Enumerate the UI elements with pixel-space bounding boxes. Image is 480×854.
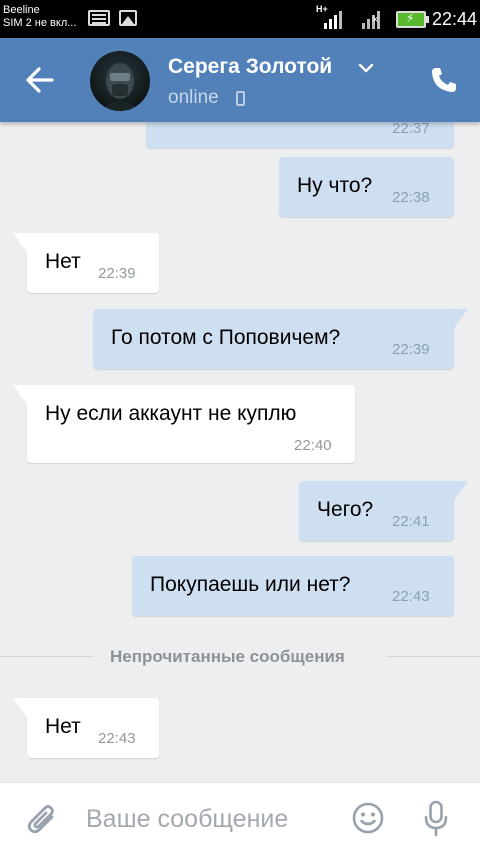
battery-charging-icon: ⚡	[396, 11, 429, 28]
sim2-status: SIM 2 не вкл...	[3, 17, 77, 29]
chevron-down-icon[interactable]	[358, 62, 374, 74]
presence-status: online	[168, 87, 219, 108]
message-time: 22:43	[392, 588, 430, 605]
message-text: Нет	[45, 715, 81, 738]
message-text: Ну что?	[297, 174, 373, 197]
status-bar: Beeline SIM 2 не вкл... H+ × ⚡ 22:44	[0, 0, 480, 38]
message-bubble-outgoing[interactable]: Чего? 22:41	[299, 481, 468, 541]
keyboard-icon	[88, 10, 110, 26]
message-text: Покупаешь или нет?	[150, 573, 351, 596]
message-composer	[0, 782, 480, 854]
message-time: 22:39	[98, 265, 136, 282]
bubble-tail	[452, 481, 468, 503]
divider-line-left	[0, 656, 94, 657]
paperclip-icon[interactable]	[26, 801, 58, 837]
status-time: 22:44	[431, 9, 477, 29]
message-bubble-outgoing[interactable]: Ну что? 22:38	[279, 157, 454, 217]
message-bubble-outgoing[interactable]: Го потом с Поповичем? 22:39	[93, 309, 468, 369]
message-input[interactable]	[86, 801, 336, 837]
phone-icon[interactable]	[430, 66, 458, 94]
message-text: Ну если аккаунт не куплю	[45, 402, 297, 425]
carrier-info: Beeline SIM 2 не вкл...	[3, 4, 76, 30]
message-text: Го потом с Поповичем?	[111, 326, 341, 349]
no-signal-mark: ×	[372, 14, 379, 26]
image-icon	[119, 10, 137, 26]
chat-header: Серега Золотой online	[0, 38, 480, 122]
signal-sim2-icon	[358, 7, 384, 29]
arrow-left-icon[interactable]	[24, 65, 56, 95]
message-time: 22:43	[98, 730, 136, 747]
signal-sim1-icon	[320, 7, 346, 29]
message-list[interactable]: 22:37 Ну что? 22:38 Нет 22:39 Го потом с…	[0, 122, 480, 782]
unread-divider-label: Непрочитанные сообщения	[110, 647, 345, 666]
message-time: 22:41	[392, 513, 430, 530]
bubble-tail	[13, 698, 29, 720]
message-text: Чего?	[317, 498, 374, 521]
bubble-tail	[13, 385, 29, 407]
message-bubble-incoming[interactable]: Нет 22:43	[13, 698, 159, 758]
carrier-name: Beeline	[3, 4, 40, 16]
smiley-icon[interactable]	[352, 802, 384, 834]
message-time: 22:37	[392, 122, 430, 137]
avatar-image	[100, 63, 140, 111]
message-bubble-incoming[interactable]: Ну если аккаунт не куплю 22:40	[13, 385, 355, 463]
unread-divider: Непрочитанные сообщения	[0, 644, 480, 668]
message-time: 22:38	[392, 189, 430, 206]
message-time: 22:39	[392, 341, 430, 358]
divider-line-right	[386, 656, 480, 657]
bubble-tail	[452, 309, 468, 331]
message-bubble-outgoing[interactable]: 22:37	[146, 122, 454, 148]
contact-name[interactable]: Серега Золотой	[168, 55, 332, 79]
message-time: 22:40	[294, 437, 332, 454]
bubble-tail	[13, 233, 29, 255]
message-bubble-outgoing[interactable]: Покупаешь или нет? 22:43	[132, 556, 454, 616]
message-text: Нет	[45, 250, 81, 273]
mobile-phone-icon	[236, 91, 245, 106]
message-bubble-incoming[interactable]: Нет 22:39	[13, 233, 159, 293]
microphone-icon[interactable]	[422, 800, 450, 838]
avatar[interactable]	[90, 51, 150, 111]
